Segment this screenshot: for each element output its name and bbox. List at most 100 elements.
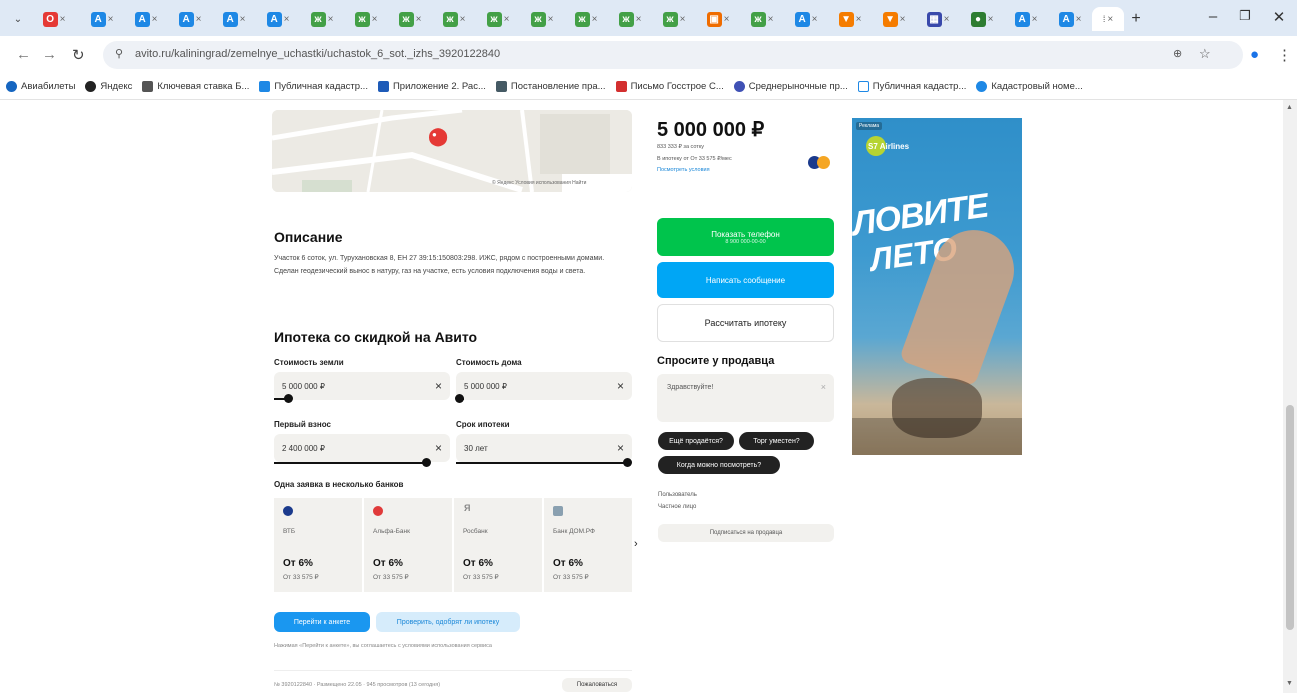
house-cost-field[interactable]: 5 000 000 ₽ × [456, 372, 632, 400]
address-bar[interactable]: ⚲ avito.ru/kaliningrad/zemelnye_uchastki… [103, 41, 1243, 69]
site-info-icon[interactable]: ⚲ [115, 47, 123, 60]
quick-question-chip[interactable]: Ещё продаётся? [658, 432, 734, 450]
chevron-right-icon[interactable]: › [634, 538, 638, 550]
bank-card[interactable]: ВТБ От 6% От 33 575 ₽ [274, 498, 362, 592]
tab[interactable]: ж × [566, 7, 606, 31]
tab[interactable]: ж × [390, 7, 430, 31]
close-icon[interactable]: × [944, 14, 950, 25]
restore-button[interactable]: ❐ [1230, 8, 1260, 24]
tab[interactable]: O × [34, 7, 74, 31]
mortgage-link[interactable]: Посмотреть условия [657, 167, 710, 173]
close-icon[interactable]: × [1076, 14, 1082, 25]
bookmark[interactable]: Приложение 2. Рас... [377, 81, 486, 92]
quick-question-chip[interactable]: Когда можно посмотреть? [658, 456, 780, 474]
close-icon[interactable]: × [372, 14, 378, 25]
bank-card[interactable]: Я Росбанк От 6% От 33 575 ₽ [454, 498, 542, 592]
tab[interactable]: ▦ × [918, 7, 958, 31]
clear-icon[interactable]: × [821, 382, 826, 392]
bookmark[interactable]: Яндекс [85, 81, 132, 92]
close-icon[interactable]: × [988, 14, 994, 25]
close-window-button[interactable]: ✕ [1264, 8, 1294, 26]
reload-icon[interactable]: ↻ [72, 46, 85, 64]
write-message-button[interactable]: Написать сообщение [657, 262, 834, 298]
check-mortgage-button[interactable]: Проверить, одобрят ли ипотеку [376, 612, 520, 632]
close-icon[interactable]: × [724, 14, 730, 25]
bookmark[interactable]: Авиабилеты [6, 81, 75, 92]
tab[interactable]: ж × [654, 7, 694, 31]
seller-name[interactable]: Частное лицо [658, 504, 696, 510]
tab[interactable]: A × [1006, 7, 1046, 31]
close-icon[interactable]: × [152, 14, 158, 25]
close-icon[interactable]: × [460, 14, 466, 25]
tab[interactable]: A × [126, 7, 166, 31]
clear-icon[interactable]: × [435, 441, 442, 455]
close-icon[interactable]: × [108, 14, 114, 25]
clear-icon[interactable]: × [617, 379, 624, 393]
tab[interactable]: ж × [610, 7, 650, 31]
tab[interactable]: ж × [742, 7, 782, 31]
bookmark[interactable]: Ключевая ставка Б... [142, 81, 249, 92]
new-tab-button[interactable]: + [1124, 7, 1148, 31]
tab[interactable]: ж × [478, 7, 518, 31]
show-phone-button[interactable]: Показать телефон 8 900 000-00-00 [657, 218, 834, 256]
close-icon[interactable]: × [416, 14, 422, 25]
scroll-up-icon[interactable]: ▲ [1286, 104, 1293, 111]
term-slider[interactable] [456, 462, 628, 464]
close-icon[interactable]: × [856, 14, 862, 25]
close-icon[interactable]: × [548, 14, 554, 25]
tab-search-button[interactable]: ⌄ [8, 7, 28, 31]
profile-icon[interactable]: ● [1250, 46, 1259, 63]
close-icon[interactable]: × [504, 14, 510, 25]
term-slider-handle[interactable] [623, 458, 632, 467]
scrollbar-thumb[interactable] [1286, 405, 1294, 630]
close-icon[interactable]: × [240, 14, 246, 25]
tab[interactable]: ▣ × [698, 7, 738, 31]
close-icon[interactable]: × [60, 14, 66, 25]
close-icon[interactable]: × [1107, 14, 1113, 25]
report-button[interactable]: Пожаловаться [562, 678, 632, 692]
house-cost-slider-handle[interactable] [455, 394, 464, 403]
close-icon[interactable]: × [328, 14, 334, 25]
bookmark[interactable]: Письмо Госстрое С... [615, 81, 724, 92]
back-arrow-icon[interactable]: ← [16, 46, 31, 63]
tab[interactable]: ж × [302, 7, 342, 31]
forward-arrow-icon[interactable]: → [42, 46, 57, 63]
down-payment-slider[interactable] [274, 462, 428, 464]
bookmark[interactable]: Публичная кадастр... [857, 81, 966, 92]
clear-icon[interactable]: × [617, 441, 624, 455]
close-icon[interactable]: × [636, 14, 642, 25]
term-field[interactable]: 30 лет × [456, 434, 632, 462]
close-icon[interactable]: × [1032, 14, 1038, 25]
calc-mortgage-button[interactable]: Рассчитать ипотеку [657, 304, 834, 342]
tab-active[interactable]: ⁞ × [1092, 7, 1124, 31]
bookmark[interactable]: Среднерыночные пр... [733, 81, 848, 92]
tab[interactable]: ▼ × [830, 7, 870, 31]
tab[interactable]: A × [258, 7, 298, 31]
close-icon[interactable]: × [592, 14, 598, 25]
tab[interactable]: A × [170, 7, 210, 31]
bookmark[interactable]: Публичная кадастр... [259, 81, 368, 92]
url-text[interactable]: avito.ru/kaliningrad/zemelnye_uchastki/u… [135, 48, 500, 60]
quick-question-chip[interactable]: Торг уместен? [739, 432, 814, 450]
tab[interactable]: ж × [522, 7, 562, 31]
tab[interactable]: ▼ × [874, 7, 914, 31]
close-icon[interactable]: × [768, 14, 774, 25]
tab[interactable]: A × [786, 7, 826, 31]
close-icon[interactable]: × [900, 14, 906, 25]
location-map[interactable]: ⬤ ● © Яндекс Условия использования Найти [272, 110, 632, 192]
apply-button[interactable]: Перейти к анкете [274, 612, 370, 632]
bank-card[interactable]: Банк ДОМ.РФ От 6% От 33 575 ₽ [544, 498, 632, 592]
close-icon[interactable]: × [680, 14, 686, 25]
tab[interactable]: ж × [346, 7, 386, 31]
down-payment-slider-handle[interactable] [422, 458, 431, 467]
tab[interactable]: A × [82, 7, 122, 31]
bookmark[interactable]: Постановление пра... [495, 81, 606, 92]
close-icon[interactable]: × [284, 14, 290, 25]
clear-icon[interactable]: × [435, 379, 442, 393]
star-icon[interactable]: ☆ [1199, 46, 1211, 62]
zoom-icon[interactable]: ⊕ [1173, 47, 1182, 60]
close-icon[interactable]: × [196, 14, 202, 25]
bookmark[interactable]: Кадастровый номе... [976, 81, 1083, 92]
page-scrollbar[interactable]: ▲ ▼ [1283, 100, 1297, 693]
tab[interactable]: A × [214, 7, 254, 31]
